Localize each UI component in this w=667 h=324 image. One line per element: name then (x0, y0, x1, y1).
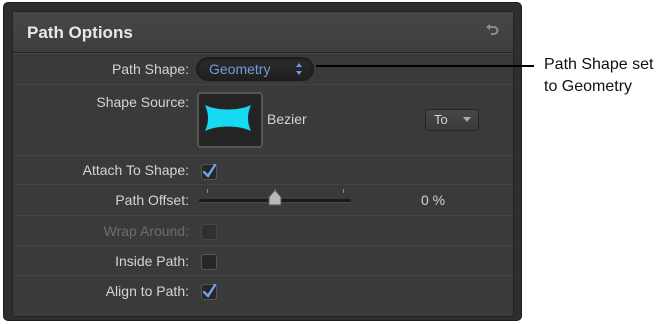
bezier-shape-icon (205, 105, 251, 131)
wrap-around-checkbox (201, 224, 217, 240)
path-offset-value[interactable]: 0 % (421, 192, 445, 208)
shape-source-name: Bezier (267, 111, 307, 127)
chevron-down-icon (463, 117, 471, 122)
row-wrap-around: Wrap Around: (13, 215, 513, 246)
row-path-shape: Path Shape: Geometry (13, 53, 513, 85)
shape-source-well[interactable] (197, 92, 263, 148)
reset-arrow-icon[interactable] (485, 24, 499, 38)
checkmark-icon (202, 163, 217, 178)
to-popup-button[interactable]: To (425, 109, 479, 131)
attach-to-shape-label: Attach To Shape: (82, 162, 189, 178)
row-path-offset: Path Offset: 0 % (13, 184, 513, 216)
path-options-panel: Path Options Path Shape: Geometry Shape … (4, 3, 521, 320)
up-down-arrows-icon (295, 62, 303, 76)
checkmark-icon (202, 283, 217, 298)
row-inside-path: Inside Path: (13, 245, 513, 276)
panel-header: Path Options (13, 12, 513, 53)
slider-tick (343, 189, 344, 193)
inside-path-checkbox[interactable] (201, 254, 217, 270)
panel-content: Path Options Path Shape: Geometry Shape … (12, 11, 514, 317)
slider-tick (207, 189, 208, 193)
to-button-label: To (434, 112, 448, 127)
align-to-path-label: Align to Path: (105, 283, 189, 299)
callout-annotation: Path Shape set to Geometry (544, 54, 667, 98)
callout-line-2: to Geometry (544, 78, 633, 95)
path-shape-popup[interactable]: Geometry (197, 58, 313, 80)
slider-thumb[interactable] (267, 189, 283, 207)
attach-to-shape-checkbox[interactable] (201, 163, 217, 180)
row-align-to-path: Align to Path: (13, 275, 513, 306)
shape-source-label: Shape Source: (96, 94, 189, 110)
row-attach-to-shape: Attach To Shape: (13, 155, 513, 185)
align-to-path-checkbox[interactable] (201, 283, 217, 300)
callout-line (316, 65, 534, 67)
panel-title: Path Options (27, 23, 133, 42)
inside-path-label: Inside Path: (115, 253, 189, 269)
row-shape-source: Shape Source: Bezier To (13, 84, 513, 156)
path-shape-label: Path Shape: (111, 61, 189, 77)
callout-line-1: Path Shape set (544, 56, 654, 73)
wrap-around-label: Wrap Around: (103, 223, 189, 239)
path-shape-value: Geometry (209, 61, 271, 77)
path-offset-label: Path Offset: (115, 192, 189, 208)
